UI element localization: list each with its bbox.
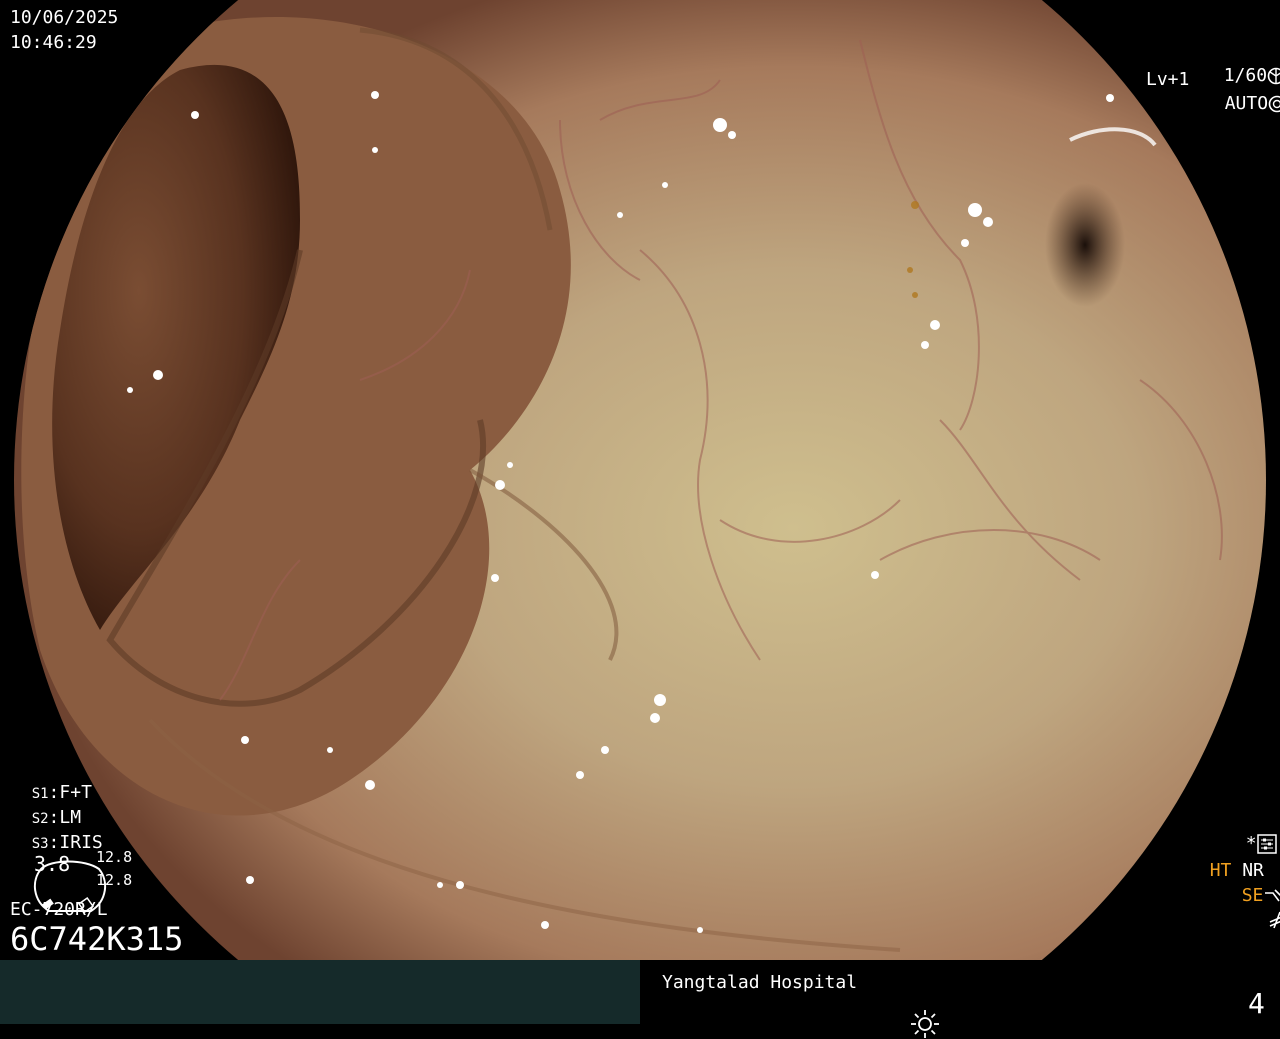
iris-mode: AUTO (1203, 68, 1280, 116)
endoscopic-image (14, 0, 1266, 960)
gauge-top-value: 12.8 (96, 848, 133, 866)
iris-mode-value: AUTO (1224, 93, 1269, 114)
date-label: 10/06/2025 (10, 7, 119, 28)
level-label: Lv+1 (1146, 69, 1190, 90)
brightness-indicator (891, 990, 940, 1039)
gauge-bottom-value: 12.8 (96, 871, 133, 889)
iris-icon (1268, 95, 1280, 113)
brightness-sun-icon (911, 1010, 940, 1038)
time-label: 10:46:29 (10, 32, 97, 53)
diverticulum-opening (1045, 183, 1125, 307)
endoscope-viewport (0, 0, 1280, 960)
hospital-name: Yangtalad Hospital (662, 972, 858, 993)
scope-model: EC-720R/L (10, 899, 108, 920)
image-count: 4 (1248, 987, 1265, 1020)
freeze-icon (1269, 911, 1280, 929)
gauge-value: 3.8 (34, 852, 71, 876)
freeze-indicator (1246, 884, 1280, 932)
scope-serial: 6C742K315 (10, 920, 184, 958)
